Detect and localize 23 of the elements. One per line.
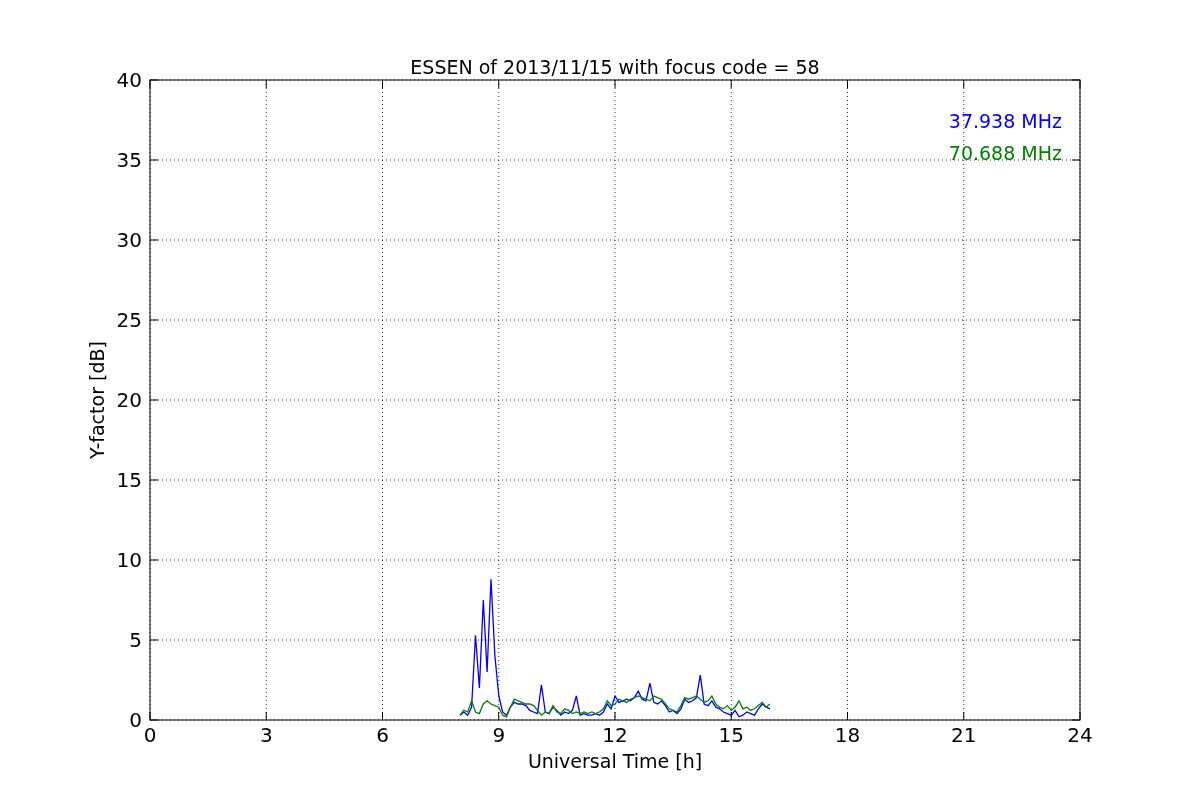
y-tick-label: 35 (116, 148, 142, 172)
x-tick-label: 12 (602, 723, 628, 747)
x-axis-label: Universal Time [h] (527, 750, 703, 772)
y-tick-label: 0 (129, 708, 142, 732)
y-tick-label: 10 (116, 548, 142, 572)
chart-title: ESSEN of 2013/11/15 with focus code = 58 (410, 56, 820, 78)
legend-label: 37.938 MHz (948, 110, 1062, 132)
y-tick-label: 40 (116, 68, 142, 92)
y-tick-label: 15 (116, 468, 142, 492)
legend-label: 70.688 MHz (948, 142, 1062, 164)
x-tick-label: 6 (376, 723, 389, 747)
x-tick-label: 15 (718, 723, 744, 747)
x-tick-label: 21 (951, 723, 977, 747)
y-tick-label: 30 (116, 228, 142, 252)
y-tick-label: 20 (116, 388, 142, 412)
x-tick-label: 24 (1067, 723, 1093, 747)
y-tick-label: 25 (116, 308, 142, 332)
y-axis-label: Y-factor [dB] (86, 341, 108, 459)
y-tick-label: 5 (129, 628, 142, 652)
x-tick-label: 9 (492, 723, 506, 747)
x-tick-label: 3 (259, 723, 273, 747)
x-tick-label: 0 (143, 723, 157, 747)
x-tick-label: 18 (834, 723, 861, 747)
